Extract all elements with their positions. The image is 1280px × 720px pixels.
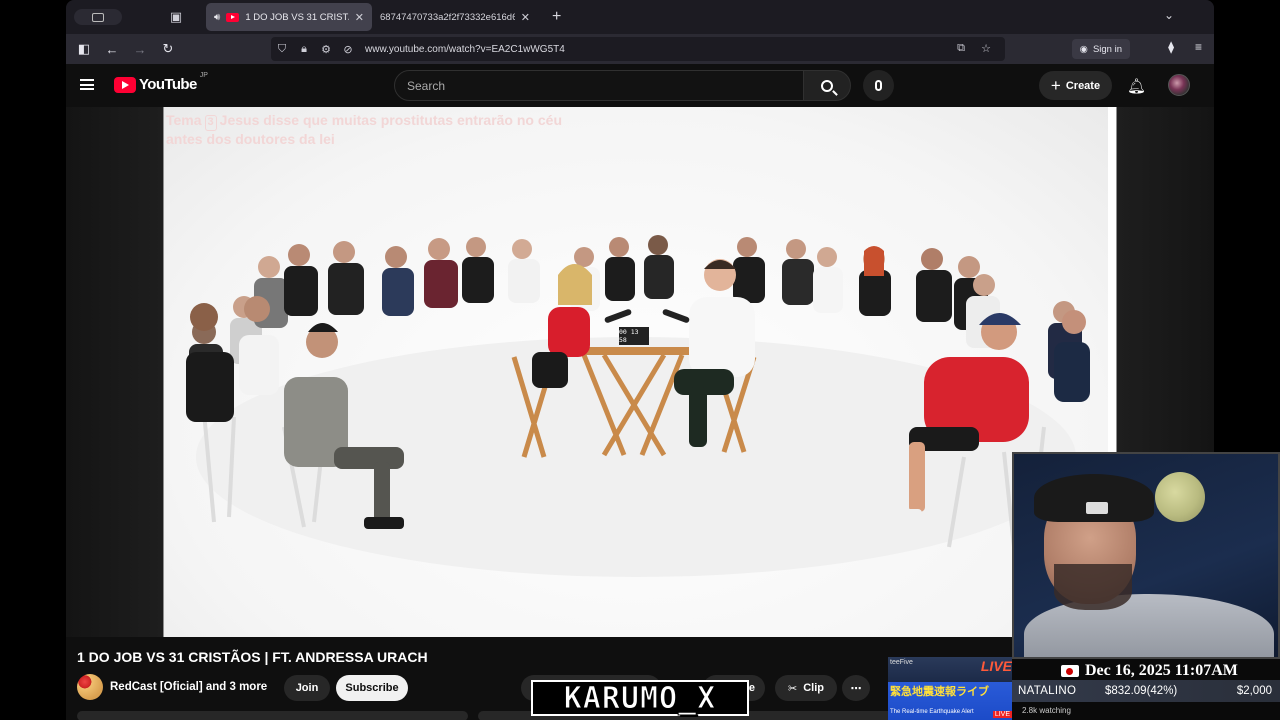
close-tab-icon[interactable]: ✕ — [521, 11, 530, 24]
tracking-protection-icon[interactable]: ⊘ — [337, 43, 359, 56]
banner-feeder-label: teeFive — [890, 659, 913, 666]
extensions-icon[interactable]: ⧫ — [1168, 40, 1174, 54]
close-tab-icon[interactable]: ✕ — [355, 11, 364, 24]
back-icon[interactable]: ← — [98, 37, 126, 61]
topic-line-2: antes dos doutores da lei — [166, 130, 335, 147]
streamer-logo-overlay: KARUMO_X — [531, 680, 749, 716]
create-label: Create — [1065, 79, 1101, 92]
channel-row: RedCast [Oficial] and 3 more Join Subscr… — [77, 674, 497, 702]
speaker-icon[interactable]: 🔊︎ — [214, 12, 220, 23]
country-code: JP — [199, 72, 208, 79]
create-button[interactable]: + Create — [1039, 71, 1112, 100]
tab-groups-icon — [92, 12, 104, 22]
bookmark-star-icon[interactable]: ☆ — [981, 42, 991, 55]
streamer-beard — [1054, 564, 1132, 610]
channel-avatar[interactable] — [77, 674, 103, 700]
guide-menu-icon[interactable] — [80, 79, 94, 90]
search-icon — [821, 79, 833, 92]
streamer-webcam — [1012, 452, 1280, 659]
earthquake-alert-banner: teeFive LIVE 緊急地震速報ライブ The Real-time Ear… — [888, 657, 1014, 720]
more-icon: ⋯ — [850, 682, 862, 695]
navigation-bar: ◧ ← → ↻ ⛉ 🔒︎ ⚙︎ ⊘ www.youtube.com/watch?… — [66, 34, 1214, 64]
viewer-count: 2.8k watching — [1022, 706, 1071, 715]
streamer-cap — [1034, 474, 1154, 522]
japan-flag-icon — [1061, 665, 1079, 677]
plus-icon: + — [1050, 76, 1061, 95]
topic-overlay: Tema 3 Jesus disse que muitas prostitutas … — [166, 112, 562, 148]
description-box[interactable] — [77, 711, 468, 720]
new-tab-icon[interactable]: + — [552, 8, 561, 26]
latest-donor-name: NATALINO — [1018, 685, 1077, 697]
search-input[interactable]: Search — [394, 70, 804, 101]
subscribe-button[interactable]: Subscribe — [336, 675, 408, 701]
tab-overview-icon[interactable]: ▣ — [162, 6, 190, 28]
video-frame[interactable]: Tema 3 Jesus disse que muitas prostitutas … — [164, 107, 1108, 637]
youtube-play-icon — [114, 76, 136, 93]
sign-in-label: Sign in — [1092, 43, 1122, 55]
voice-search-button[interactable] — [863, 70, 894, 101]
address-bar[interactable]: ⛉ 🔒︎ ⚙︎ ⊘ www.youtube.com/watch?v=EA2C1w… — [271, 37, 1005, 61]
youtube-favicon — [226, 12, 240, 22]
debate-timer: 00 13 58 — [619, 327, 649, 345]
tab-label: 1 DO JOB VS 31 CRISTÃOS | — [245, 11, 349, 23]
sidebar-toggle-icon[interactable]: ◧ — [70, 37, 98, 61]
more-actions-button[interactable]: ⋯ — [842, 675, 870, 701]
shield-icon[interactable]: ⛉ — [271, 43, 293, 56]
banner-live-tag: LIVE — [992, 711, 1012, 718]
video-title: 1 DO JOB VS 31 CRISTÃOS | FT. ANDRESSA U… — [77, 649, 428, 665]
debate-circle-scene — [186, 235, 1090, 577]
tab-groups-button[interactable] — [74, 9, 122, 25]
sign-in-button[interactable]: ◉ Sign in — [1071, 39, 1130, 59]
search-button[interactable] — [803, 70, 851, 101]
streamer-logo-text: KARUMO_X — [563, 680, 717, 716]
youtube-logo[interactable]: YouTube JP — [114, 72, 208, 93]
scissors-icon: ✂ — [788, 682, 798, 695]
notifications-bell-icon[interactable]: 🔔︎ — [1127, 77, 1146, 95]
url-text[interactable]: www.youtube.com/watch?v=EA2C1wWG5T4 — [365, 44, 565, 55]
cap-logo — [1086, 502, 1108, 514]
channel-name[interactable]: RedCast [Oficial] and 3 more — [110, 681, 267, 693]
stream-info-ticker: Dec 16, 2025 11:07AM NATALINO $832.09(42… — [1012, 659, 1280, 720]
reload-icon[interactable]: ↻ — [154, 37, 182, 61]
permissions-icon[interactable]: ⚙︎ — [315, 43, 337, 56]
clip-label: Clip — [803, 682, 824, 694]
search-placeholder: Search — [407, 78, 446, 93]
user-avatar[interactable] — [1168, 74, 1190, 96]
banner-live-label: LIVE — [980, 658, 1012, 674]
chevron-down-icon[interactable]: ⌄ — [1164, 8, 1174, 22]
account-icon: ◉ — [1079, 43, 1088, 55]
topic-prefix: Tema — [166, 112, 202, 128]
forward-icon[interactable]: → — [126, 37, 154, 61]
moon-decoration — [1155, 472, 1205, 522]
topic-number: 3 — [204, 115, 217, 131]
tab-youtube-video[interactable]: 🔊︎ 1 DO JOB VS 31 CRISTÃOS | ✕ — [206, 3, 372, 31]
menu-icon[interactable]: ≡ — [1195, 40, 1202, 54]
picture-in-picture-icon[interactable]: ⧉ — [957, 42, 965, 55]
tab-strip: ▣ 🔊︎ 1 DO JOB VS 31 CRISTÃOS | ✕ 6874747… — [66, 0, 1214, 34]
clip-button[interactable]: ✂ Clip — [775, 675, 837, 701]
banner-japanese-title: 緊急地震速報ライブ — [890, 686, 989, 698]
topic-line-1: Jesus disse que muitas prostitutas entra… — [219, 112, 562, 128]
donation-goal-bar: NATALINO $832.09(42%) $2,000 — [1012, 680, 1280, 702]
banner-subtitle: The Real-time Earthquake Alert — [890, 709, 974, 715]
youtube-header: YouTube JP Search + Create 🔔︎ — [66, 64, 1214, 107]
join-button[interactable]: Join — [284, 675, 330, 701]
tab-hex-url[interactable]: 68747470733a2f2f73332e616d617 ✕ — [372, 3, 538, 31]
lock-icon[interactable]: 🔒︎ — [293, 43, 315, 56]
microphone-icon — [875, 80, 882, 91]
donation-goal: $2,000 — [1236, 685, 1272, 697]
stream-datetime: Dec 16, 2025 11:07AM — [1085, 662, 1238, 679]
donation-amount: $832.09(42%) — [1105, 685, 1178, 697]
logo-text: YouTube — [139, 76, 197, 93]
tab-label: 68747470733a2f2f73332e616d617 — [380, 11, 515, 23]
